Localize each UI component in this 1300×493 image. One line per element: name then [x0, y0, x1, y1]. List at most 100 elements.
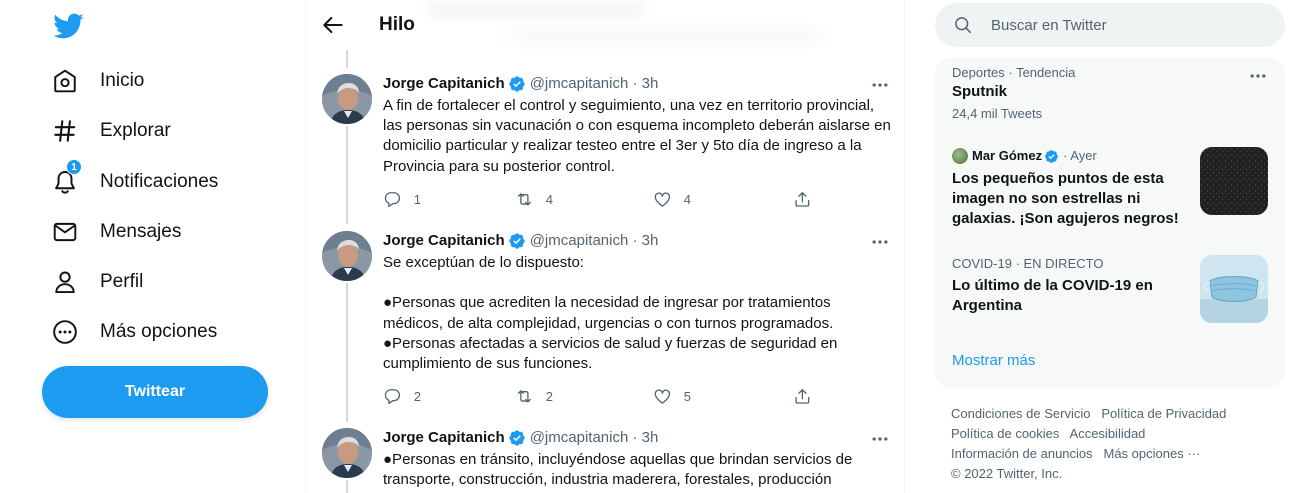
- retweet-count: 4: [545, 191, 553, 207]
- notification-badge: 1: [66, 159, 82, 175]
- more-options-icon[interactable]: [870, 232, 890, 252]
- trend-thumbnail-mask: [1200, 255, 1268, 323]
- nav-item-mensajes[interactable]: Mensajes: [42, 209, 272, 255]
- dot-separator: ·: [628, 429, 642, 446]
- tweet-header: Jorge Capitanich @jmcapitanich · 3h: [383, 231, 658, 251]
- share-button[interactable]: [793, 386, 824, 406]
- heart-icon: [654, 192, 671, 207]
- right-sidebar: Deportes · Tendencia Sputnik 24,4 mil Tw…: [935, 0, 1285, 493]
- person-icon: [55, 271, 75, 294]
- retweet-button[interactable]: 2: [515, 386, 553, 406]
- nav-item-mas-opciones[interactable]: Más opciones: [42, 309, 272, 355]
- nav-label-explorar: Explorar: [100, 120, 171, 141]
- nav-label-perfil: Perfil: [100, 271, 144, 292]
- mail-icon: [53, 222, 77, 242]
- dot-separator: ·: [628, 75, 642, 92]
- verified-badge-icon: [509, 233, 525, 249]
- thread-connector-line: [346, 126, 348, 224]
- like-count: 5: [683, 388, 691, 404]
- like-button[interactable]: 5: [653, 386, 691, 406]
- trend-category: Deportes · Tendencia: [952, 65, 1076, 80]
- footer-link-more[interactable]: Más opciones ···: [1104, 446, 1201, 461]
- twitter-logo-icon[interactable]: [52, 10, 84, 42]
- search-input[interactable]: [991, 3, 1271, 47]
- main-column: Hilo Jorge Capitanich @jmcapitanich · 3h…: [305, 0, 905, 493]
- trend-item[interactable]: Mar Gómez · Ayer Los pequeños puntos de …: [935, 138, 1285, 236]
- trend-time: · Ayer: [1063, 148, 1097, 163]
- retweet-icon: [517, 192, 531, 206]
- avatar[interactable]: [322, 74, 372, 124]
- trend-item[interactable]: Deportes · Tendencia Sputnik 24,4 mil Tw…: [935, 58, 1285, 132]
- tweet-button[interactable]: Twittear: [42, 366, 268, 418]
- avatar[interactable]: [322, 428, 372, 478]
- nav-item-notificaciones[interactable]: 1 Notificaciones: [42, 159, 272, 205]
- retweet-button[interactable]: 4: [515, 189, 553, 209]
- nav-item-explorar[interactable]: Explorar: [42, 108, 272, 154]
- trend-item[interactable]: COVID-19 · EN DIRECTO Lo último de la CO…: [935, 246, 1285, 326]
- reply-count: 1: [413, 191, 421, 207]
- tweet-author-name[interactable]: Jorge Capitanich: [383, 231, 505, 251]
- tweet-header: Jorge Capitanich @jmcapitanich · 3h: [383, 74, 658, 94]
- thread-connector-line: [346, 480, 348, 493]
- tweet-timestamp[interactable]: 3h: [642, 74, 659, 94]
- reply-button[interactable]: 2: [383, 386, 421, 406]
- like-button[interactable]: 4: [653, 189, 691, 209]
- page-title: Hilo: [379, 14, 415, 35]
- footer-link-cookies[interactable]: Política de cookies: [951, 426, 1059, 441]
- tweet-actions: 1 4 4: [383, 189, 813, 209]
- nav-label-notificaciones: Notificaciones: [100, 171, 219, 192]
- like-count: 4: [683, 191, 691, 207]
- trend-author-row: Mar Gómez · Ayer: [952, 148, 1097, 164]
- tweet-actions: 2 2 5: [383, 386, 813, 406]
- show-more-link[interactable]: Mostrar más: [952, 352, 1035, 369]
- footer-copyright: © 2022 Twitter, Inc.: [951, 466, 1063, 481]
- dot-separator: ·: [628, 232, 642, 249]
- verified-badge-icon: [509, 76, 525, 92]
- share-icon: [795, 388, 810, 404]
- reply-icon: [384, 191, 400, 207]
- hashtag-icon: [54, 120, 76, 142]
- more-options-icon[interactable]: [870, 75, 890, 95]
- heart-icon: [654, 389, 671, 404]
- search-box[interactable]: [935, 3, 1285, 47]
- trend-title: Lo último de la COVID-19 en Argentina: [952, 277, 1153, 314]
- nav-item-perfil[interactable]: Perfil: [42, 259, 272, 305]
- footer-link-ads-info[interactable]: Información de anuncios: [951, 446, 1093, 461]
- footer-link-privacy[interactable]: Política de Privacidad: [1101, 406, 1226, 421]
- share-button[interactable]: [793, 189, 824, 209]
- back-arrow-icon[interactable]: [320, 12, 346, 38]
- thread-connector-line: [346, 50, 348, 68]
- nav-label-inicio: Inicio: [100, 70, 145, 91]
- tweet-text: A fin de fortalecer el control y seguimi…: [383, 97, 891, 175]
- search-icon: [955, 17, 972, 34]
- tweet-timestamp[interactable]: 3h: [642, 231, 659, 251]
- nav-label-mensajes: Mensajes: [100, 221, 182, 242]
- more-circle-icon: [53, 320, 77, 344]
- trend-thumbnail-blackholes: [1200, 147, 1268, 215]
- nav-item-inicio[interactable]: Inicio: [42, 58, 272, 104]
- tweet-author-name[interactable]: Jorge Capitanich: [383, 74, 505, 94]
- retweet-icon: [517, 389, 531, 403]
- trend-tweet-count: 24,4 mil Tweets: [952, 106, 1043, 121]
- reply-button[interactable]: 1: [383, 189, 421, 209]
- footer-link-terms[interactable]: Condiciones de Servicio: [951, 406, 1090, 421]
- more-options-icon[interactable]: [1248, 66, 1268, 86]
- share-icon: [795, 191, 810, 207]
- trend-category: COVID-19 · EN DIRECTO: [952, 256, 1104, 271]
- more-options-icon[interactable]: [870, 429, 890, 449]
- footer-link-accessibility[interactable]: Accesibilidad: [1070, 426, 1146, 441]
- tweet-text: Se exceptúan de lo dispuesto: ●Personas …: [383, 254, 838, 373]
- tweet-header: Jorge Capitanich @jmcapitanich · 3h: [383, 428, 658, 448]
- nav-label-mas-opciones: Más opciones: [100, 321, 218, 342]
- tweet-handle[interactable]: @jmcapitanich: [530, 74, 629, 94]
- tweet-handle[interactable]: @jmcapitanich: [530, 428, 629, 448]
- reply-icon: [384, 388, 400, 404]
- trend-title: Los pequeños puntos de esta imagen no so…: [952, 170, 1179, 227]
- blurred-background: [506, 30, 826, 42]
- tweet-handle[interactable]: @jmcapitanich: [530, 231, 629, 251]
- tweet-timestamp[interactable]: 3h: [642, 428, 659, 448]
- avatar[interactable]: [322, 231, 372, 281]
- home-icon: [54, 69, 76, 93]
- tweet-author-name[interactable]: Jorge Capitanich: [383, 428, 505, 448]
- trends-panel: Deportes · Tendencia Sputnik 24,4 mil Tw…: [935, 58, 1285, 388]
